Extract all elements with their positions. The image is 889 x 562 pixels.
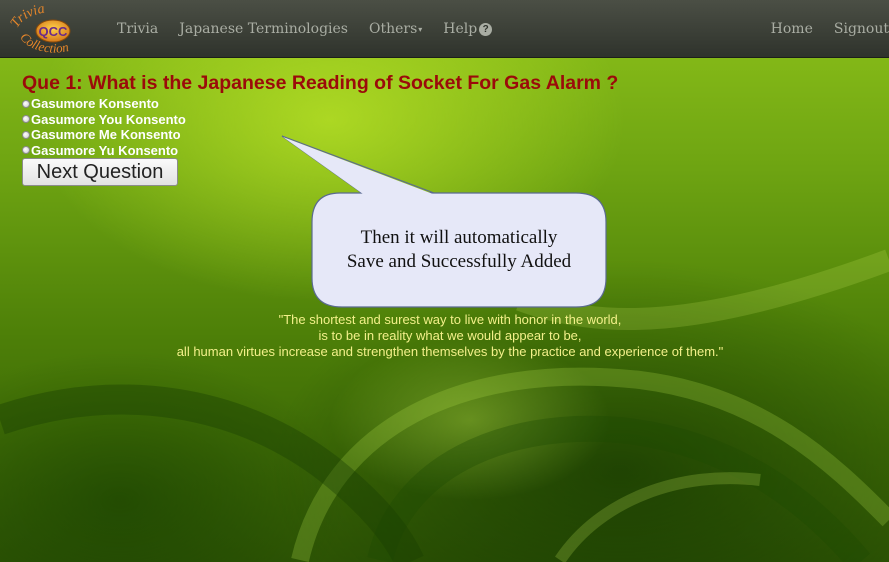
answer-option[interactable]: Gasumore Konsento xyxy=(22,96,186,112)
radio-button[interactable] xyxy=(22,130,30,139)
answer-option-label: Gasumore You Konsento xyxy=(31,111,186,127)
radio-button[interactable] xyxy=(22,146,30,155)
chevron-down-icon: ▾ xyxy=(418,24,423,34)
nav-item-help-label: Help xyxy=(443,21,478,37)
nav-item-others-label: Others xyxy=(368,21,418,37)
nav-item-signout[interactable]: Signout xyxy=(834,21,889,37)
callout-line-1: Then it will automatically xyxy=(360,227,558,248)
quote-line-1: "The shortest and surest way to live wit… xyxy=(278,312,622,327)
radio-button[interactable] xyxy=(22,115,30,124)
qcc-logo[interactable]: Trivia QCC Collection xyxy=(8,4,98,54)
question-circle-icon: ? xyxy=(479,23,493,36)
callout-text: Then it will automatically Save and Succ… xyxy=(314,226,604,274)
answer-option[interactable]: Gasumore Yu Konsento xyxy=(22,143,186,159)
radio-button[interactable] xyxy=(22,99,30,108)
logo-center-text: QCC xyxy=(39,24,69,39)
answer-options: Gasumore Konsento Gasumore You Konsento … xyxy=(22,96,186,158)
next-question-button[interactable]: Next Question xyxy=(22,158,178,186)
quote-line-3: all human virtues increase and strengthe… xyxy=(176,344,724,359)
main-nav: Trivia Japanese Terminologies Others▾ He… xyxy=(117,0,513,58)
quote-line-2: is to be in reality what we would appear… xyxy=(318,328,582,343)
top-navbar: Trivia QCC Collection Trivia Japanese Te… xyxy=(0,0,889,58)
nav-item-others[interactable]: Others▾ xyxy=(369,21,422,37)
user-nav: Home Signout xyxy=(771,0,889,58)
nav-item-trivia[interactable]: Trivia xyxy=(117,21,158,37)
nav-item-home[interactable]: Home xyxy=(771,21,813,37)
nav-item-japanese-terminologies[interactable]: Japanese Terminologies xyxy=(179,21,348,37)
question-title: Que 1: What is the Japanese Reading of S… xyxy=(22,72,619,94)
callout-line-2: Save and Successfully Added xyxy=(346,251,572,272)
answer-option[interactable]: Gasumore Me Konsento xyxy=(22,127,186,143)
nav-item-help[interactable]: Help? xyxy=(443,21,493,37)
answer-option[interactable]: Gasumore You Konsento xyxy=(22,112,186,128)
answer-option-label: Gasumore Konsento xyxy=(31,96,159,112)
footer-quote: "The shortest and surest way to live wit… xyxy=(0,312,889,360)
answer-option-label: Gasumore Yu Konsento xyxy=(31,142,179,158)
answer-option-label: Gasumore Me Konsento xyxy=(31,127,181,143)
